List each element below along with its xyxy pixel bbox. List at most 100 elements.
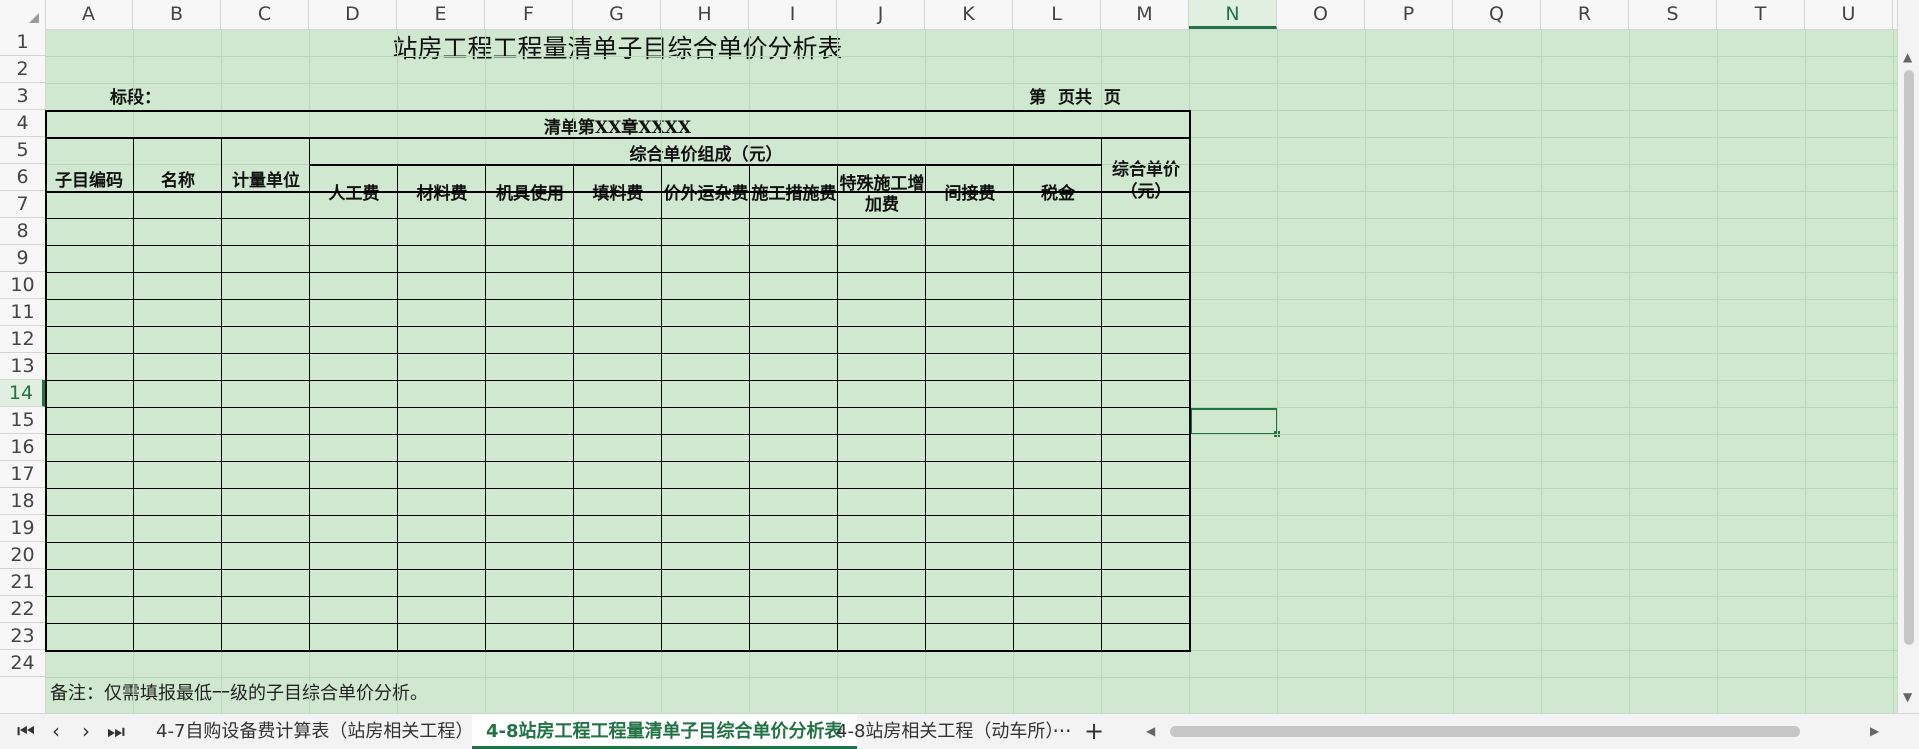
- section-label[interactable]: 标段：: [110, 86, 161, 112]
- row-header-2[interactable]: 2: [0, 56, 45, 83]
- table-border: [45, 542, 1189, 543]
- scroll-left-icon[interactable]: ◀: [1146, 714, 1155, 749]
- column-header-D[interactable]: D: [309, 0, 397, 29]
- row-header-18[interactable]: 18: [0, 488, 45, 515]
- header-tax[interactable]: 税金: [1014, 170, 1102, 220]
- active-cell-N14[interactable]: [1190, 408, 1280, 437]
- row-header-24[interactable]: 24: [0, 650, 45, 677]
- grid-line: [1893, 29, 1894, 713]
- grid-line: [1805, 29, 1806, 713]
- row-header-4[interactable]: 4: [0, 110, 45, 137]
- table-border: [1189, 110, 1191, 650]
- header-indirect[interactable]: 间接费: [926, 170, 1014, 220]
- row-header-16[interactable]: 16: [0, 434, 45, 461]
- row-header-11[interactable]: 11: [0, 299, 45, 326]
- vertical-scroll-thumb[interactable]: [1904, 70, 1914, 645]
- column-header-Q[interactable]: Q: [1453, 0, 1541, 29]
- last-sheet-icon[interactable]: ⏭: [102, 714, 130, 749]
- column-header-F[interactable]: F: [485, 0, 573, 29]
- table-border: [133, 137, 134, 650]
- horizontal-scrollbar[interactable]: ◀ ▶: [1130, 714, 1919, 749]
- row-header-17[interactable]: 17: [0, 461, 45, 488]
- column-header-P[interactable]: P: [1365, 0, 1453, 29]
- column-header-N[interactable]: N: [1189, 0, 1277, 29]
- table-border: [45, 515, 1189, 516]
- column-header-R[interactable]: R: [1541, 0, 1629, 29]
- header-material[interactable]: 材料费: [398, 170, 486, 220]
- column-header-L[interactable]: L: [1013, 0, 1101, 29]
- sheet-tab-4-8-active[interactable]: 4-8站房工程工程量清单子目综合单价分析表: [472, 714, 857, 749]
- column-header-J[interactable]: J: [837, 0, 925, 29]
- column-header-U[interactable]: U: [1805, 0, 1893, 29]
- grid-line: [45, 677, 1897, 678]
- table-border: [309, 137, 310, 650]
- column-header-B[interactable]: B: [133, 0, 221, 29]
- header-unit[interactable]: 计量单位: [222, 143, 310, 220]
- table-border: [573, 164, 574, 650]
- row-header-23[interactable]: 23: [0, 623, 45, 650]
- header-name[interactable]: 名称: [134, 143, 222, 220]
- column-header-I[interactable]: I: [749, 0, 837, 29]
- scroll-up-icon[interactable]: ▲: [1903, 50, 1912, 64]
- row-header-15[interactable]: 15: [0, 407, 45, 434]
- next-sheet-icon[interactable]: ›: [72, 714, 100, 749]
- select-all-corner[interactable]: [0, 0, 46, 29]
- sheet-tab-4-7[interactable]: 4-7自购设备费计算表（站房相关工程）: [156, 714, 473, 749]
- column-header-S[interactable]: S: [1629, 0, 1717, 29]
- sheet-tab-4-8-emu[interactable]: 4-8站房相关工程（动车所）: [836, 714, 1063, 749]
- column-header-A[interactable]: A: [45, 0, 133, 29]
- sheet-title[interactable]: 站房工程工程量清单子目综合单价分析表: [45, 30, 1190, 64]
- table-border: [45, 326, 1189, 327]
- page-label[interactable]: 第 页共 页: [1020, 86, 1130, 112]
- table-border: [45, 218, 1189, 219]
- table-border: [1101, 137, 1102, 650]
- row-header-12[interactable]: 12: [0, 326, 45, 353]
- row-header-5[interactable]: 5: [0, 137, 45, 164]
- row-header-13[interactable]: 13: [0, 353, 45, 380]
- row-header-22[interactable]: 22: [0, 596, 45, 623]
- add-sheet-button[interactable]: +: [1080, 714, 1108, 749]
- row-header-3[interactable]: 3: [0, 83, 45, 110]
- table-border: [45, 596, 1189, 597]
- column-header-M[interactable]: M: [1101, 0, 1189, 29]
- header-measures[interactable]: 施工措施费: [750, 170, 838, 220]
- row-header-bar: 1 2 3 4 5 6 7 8 9 10 11 12 13 14 15 16 17 18 19 20 21 22 23 24: [0, 29, 46, 713]
- header-unit-price[interactable]: 综合单价（元）: [1102, 143, 1190, 220]
- column-header-C[interactable]: C: [221, 0, 309, 29]
- column-header-K[interactable]: K: [925, 0, 1013, 29]
- more-tabs-icon[interactable]: ···: [1048, 714, 1076, 749]
- row-header-10[interactable]: 10: [0, 272, 45, 299]
- prev-sheet-icon[interactable]: ‹: [42, 714, 70, 749]
- header-special[interactable]: 特殊施工增加费: [838, 170, 926, 220]
- table-border: [45, 110, 1189, 112]
- row-header-1[interactable]: 1: [0, 29, 45, 56]
- row-header-21[interactable]: 21: [0, 569, 45, 596]
- header-machine[interactable]: 机具使用: [486, 170, 574, 220]
- first-sheet-icon[interactable]: ⏮: [12, 714, 40, 749]
- column-header-H[interactable]: H: [661, 0, 749, 29]
- row-header-6[interactable]: 6: [0, 164, 45, 191]
- vertical-scrollbar[interactable]: ▲ ▼: [1897, 0, 1919, 713]
- row-header-7[interactable]: 7: [0, 191, 45, 218]
- header-code[interactable]: 子目编码: [45, 143, 133, 220]
- horizontal-scroll-thumb[interactable]: [1170, 726, 1800, 737]
- row-header-20[interactable]: 20: [0, 542, 45, 569]
- spreadsheet-grid[interactable]: ABCDEFGHIJKLMNOPQRSTU 1 2 3 4 5 6 7 8 9 10 11 12 13 1…: [0, 0, 1897, 713]
- header-transport[interactable]: 价外运杂费: [662, 170, 750, 220]
- row-header-19[interactable]: 19: [0, 515, 45, 542]
- column-header-E[interactable]: E: [397, 0, 485, 29]
- grid-line: [1717, 29, 1718, 713]
- header-fill[interactable]: 填料费: [574, 170, 662, 220]
- row-header-14[interactable]: 14: [0, 380, 45, 407]
- column-header-bar: ABCDEFGHIJKLMNOPQRSTU: [0, 0, 1897, 30]
- column-header-O[interactable]: O: [1277, 0, 1365, 29]
- column-header-T[interactable]: T: [1717, 0, 1805, 29]
- scroll-down-icon[interactable]: ▼: [1903, 690, 1912, 704]
- header-labor[interactable]: 人工费: [310, 170, 398, 220]
- column-header-G[interactable]: G: [573, 0, 661, 29]
- grid-line: [45, 83, 1897, 84]
- row-header-8[interactable]: 8: [0, 218, 45, 245]
- sheet-note[interactable]: 备注：仅需填报最低一级的子目综合单价分析。: [50, 679, 428, 705]
- scroll-right-icon[interactable]: ▶: [1870, 714, 1879, 749]
- row-header-9[interactable]: 9: [0, 245, 45, 272]
